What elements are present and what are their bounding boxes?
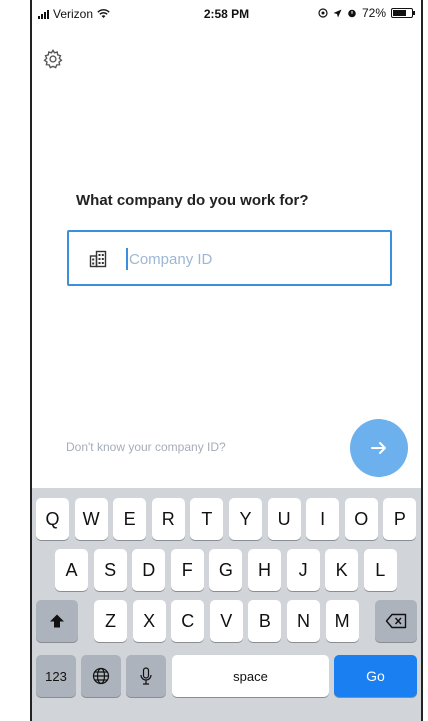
key-p[interactable]: P [383,498,417,540]
location-arrow-icon [333,9,342,17]
microphone-icon [140,667,152,685]
status-bar: Verizon 2:58 PM 72% [32,0,421,28]
key-f[interactable]: F [170,549,204,591]
key-g[interactable]: G [209,549,243,591]
battery-icon [391,8,415,18]
globe-icon [92,667,110,685]
key-l[interactable]: L [363,549,397,591]
text-caret [126,248,128,270]
key-k[interactable]: K [325,549,359,591]
shift-key[interactable] [36,600,78,642]
key-y[interactable]: Y [229,498,262,540]
key-s[interactable]: S [93,549,127,591]
key-r[interactable]: R [151,498,185,540]
delete-key[interactable] [375,600,417,642]
key-m[interactable]: M [325,600,359,642]
key-b[interactable]: B [248,600,282,642]
location-lock-icon [318,8,328,18]
alarm-icon [348,9,356,18]
status-right: 72% [318,6,415,20]
key-e[interactable]: E [113,498,147,540]
key-d[interactable]: D [132,549,166,591]
key-t[interactable]: T [190,498,224,540]
go-key[interactable]: Go [334,655,417,697]
microphone-key[interactable] [126,655,166,697]
company-id-field[interactable] [67,230,392,286]
company-id-help-link[interactable]: Don't know your company ID? [66,440,226,454]
space-key[interactable]: space [172,655,329,697]
key-o[interactable]: O [344,498,378,540]
key-j[interactable]: J [286,549,320,591]
key-h[interactable]: H [248,549,281,591]
gear-icon[interactable] [42,48,64,70]
next-button[interactable] [350,419,408,477]
key-n[interactable]: N [287,600,320,642]
key-z[interactable]: Z [94,600,127,642]
key-q[interactable]: Q [36,498,69,540]
key-u[interactable]: U [267,498,301,540]
key-v[interactable]: V [209,600,243,642]
numbers-key[interactable]: 123 [36,655,76,697]
delete-icon [385,613,407,629]
key-x[interactable]: X [132,600,166,642]
shift-icon [50,614,64,628]
key-w[interactable]: W [74,498,108,540]
screen: Verizon 2:58 PM 72% What company do you … [0,0,428,721]
key-c[interactable]: C [171,600,205,642]
keyboard: QWERTYUIOP ASDFGHJKL ZXCVBNM 123 space G… [32,488,421,721]
key-i[interactable]: I [306,498,340,540]
phone-screen: Verizon 2:58 PM 72% What company do you … [30,0,423,721]
building-icon [89,250,107,268]
company-question: What company do you work for? [76,192,309,209]
globe-key[interactable] [81,655,121,697]
arrow-right-icon [371,442,386,454]
company-id-input[interactable] [129,246,369,272]
key-a[interactable]: A [55,549,88,591]
battery-percent: 72% [361,6,386,20]
